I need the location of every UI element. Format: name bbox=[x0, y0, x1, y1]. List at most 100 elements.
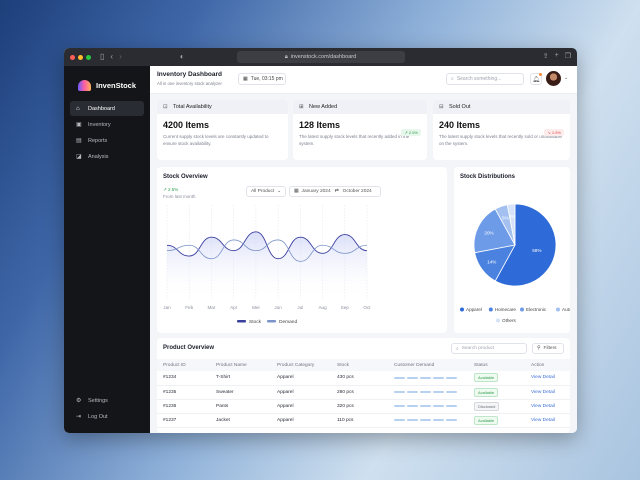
cell-product-name: Pants bbox=[210, 399, 271, 414]
stat-card-new: ⊞ New Added 128 Items ↗ 2.5% The latest s… bbox=[293, 100, 427, 160]
cell-status: Available bbox=[468, 371, 525, 386]
page-subtitle: All in one inventory stock analyzer bbox=[157, 81, 222, 86]
pie-data-label: 5% bbox=[502, 216, 509, 221]
share-icon[interactable]: ⇪ bbox=[543, 52, 549, 60]
x-tick-label: Oct bbox=[363, 305, 371, 310]
global-search-input[interactable]: ⌕ Search something... bbox=[446, 73, 524, 85]
x-tick-label: Jul bbox=[297, 305, 303, 310]
avatar[interactable] bbox=[546, 71, 561, 86]
sidebar-item-logout[interactable]: ⇥ Log Out bbox=[70, 409, 144, 424]
view-detail-link[interactable]: View Detail bbox=[525, 413, 570, 428]
series-area-stock bbox=[167, 231, 367, 299]
column-header[interactable]: Product ID bbox=[157, 359, 210, 371]
legend-swatch bbox=[520, 307, 524, 312]
view-detail-link[interactable]: View Detail bbox=[525, 385, 570, 400]
stock-distribution-card: Stock Distributions 58% 14% 20% 5% 3% Apparel… bbox=[454, 167, 570, 333]
search-icon: ⌕ bbox=[456, 346, 459, 352]
cell-status: Disclosed bbox=[468, 399, 525, 414]
x-tick-label: Mar bbox=[207, 305, 215, 310]
stat-card-sold: ⊟ Sold Out 240 Items ↘ 1.5% The latest su… bbox=[433, 100, 570, 160]
x-tick-label: Apr bbox=[230, 305, 238, 310]
sidebar-toggle-icon[interactable]: ▯ bbox=[100, 53, 104, 61]
sidebar-item-reports[interactable]: ▤ Reports bbox=[70, 133, 144, 148]
status-badge: Available bbox=[474, 415, 499, 425]
product-filter-value: All Product bbox=[251, 189, 275, 194]
browser-toolbar: ▯ ‹ › ◐ 🔒︎ invenstock.com/dashboard ⇪ + ❐ bbox=[64, 48, 577, 66]
table-row[interactable]: #1235 Sweater Apparel 280 pcs Available View … bbox=[157, 385, 570, 400]
cell-product-category: Apparel bbox=[271, 371, 331, 386]
sidebar-item-label: Log Out bbox=[88, 413, 108, 420]
card-title: Product Overview bbox=[163, 345, 215, 351]
address-bar[interactable]: 🔒︎ invenstock.com/dashboard bbox=[236, 51, 405, 63]
stock-line-chart: Jan Feb Mar Apr Mei Jun Jul Aug Sep Oct Stock Deman… bbox=[163, 205, 371, 325]
column-header[interactable]: Product Name bbox=[210, 359, 271, 371]
home-icon: ⌂ bbox=[76, 105, 80, 112]
legend-label: Others bbox=[502, 318, 516, 323]
legend-label: Electronic bbox=[526, 307, 547, 312]
back-arrow-icon[interactable]: ‹ bbox=[110, 53, 113, 61]
table-row[interactable]: #1236 Pants Apparel 320 pcs Disclosed View De… bbox=[157, 399, 570, 414]
column-header[interactable]: Status bbox=[468, 359, 525, 371]
stat-badge: ↗ 2.5% bbox=[401, 129, 421, 136]
date-range-picker[interactable]: ▦ January 2024 ⇄ October 2024 bbox=[289, 186, 381, 197]
table-header-row: Product ID Product Name Product Category… bbox=[157, 359, 570, 371]
sidebar-item-label: Dashboard bbox=[88, 105, 115, 112]
pie-data-label: 20% bbox=[484, 230, 493, 235]
demand-bars bbox=[394, 418, 468, 422]
cell-customer-demand bbox=[388, 413, 468, 428]
legend-label: Homecare bbox=[495, 307, 517, 312]
sidebar-item-inventory[interactable]: ▣ Inventory bbox=[70, 117, 144, 132]
tabs-overview-icon[interactable]: ❐ bbox=[565, 52, 571, 60]
new-tab-icon[interactable]: + bbox=[555, 52, 559, 60]
cell-customer-demand bbox=[388, 385, 468, 400]
cell-stock: 280 pcs bbox=[331, 385, 388, 400]
legend-label: Automotive bbox=[562, 307, 570, 312]
chart-icon: ◪ bbox=[76, 154, 82, 160]
cell-product-id: #1237 bbox=[157, 413, 210, 428]
table-row[interactable]: #1237 Jacket Apparel 110 pcs Available View D… bbox=[157, 413, 570, 428]
cell-stock: 110 pcs bbox=[331, 413, 388, 428]
legend-label: Demand bbox=[279, 319, 297, 325]
x-tick-label: Mei bbox=[252, 305, 259, 310]
chevron-down-icon[interactable]: ⌄ bbox=[564, 75, 568, 81]
view-detail-link[interactable]: View Detail bbox=[525, 371, 570, 386]
shield-icon[interactable]: ◐ bbox=[180, 53, 185, 61]
search-icon: ⌕ bbox=[451, 76, 454, 82]
sidebar-item-dashboard[interactable]: ⌂ Dashboard bbox=[70, 101, 144, 116]
sidebar: InvenStock ⌂ Dashboard ▣ Inventory ▤ Report… bbox=[64, 66, 150, 433]
notification-button[interactable]: 🔔︎ bbox=[530, 73, 542, 85]
product-filter-select[interactable]: All Product ⌄ bbox=[246, 186, 286, 197]
x-tick-label: Jan bbox=[163, 305, 171, 310]
column-header[interactable]: Stock bbox=[331, 359, 388, 371]
package-icon: ⊡ bbox=[163, 104, 168, 110]
demand-bars bbox=[394, 376, 468, 379]
maximize-window-button[interactable] bbox=[86, 54, 91, 60]
status-badge: Available bbox=[474, 373, 499, 383]
sidebar-item-analysis[interactable]: ◪ Analysis bbox=[70, 149, 144, 164]
cell-product-name: T-Shirt bbox=[210, 371, 271, 386]
datetime-chip[interactable]: ▦ Tue, 03:15 pm bbox=[238, 73, 286, 85]
app-logo[interactable]: InvenStock bbox=[64, 66, 150, 96]
stat-card-total: ⊡ Total Availability 4200 Items Current s… bbox=[157, 100, 288, 160]
demand-bars bbox=[394, 390, 468, 394]
filters-button[interactable]: ⚲ Filters bbox=[532, 343, 564, 354]
product-search-input[interactable]: ⌕ Search product bbox=[451, 343, 527, 354]
close-window-button[interactable] bbox=[70, 54, 75, 60]
page-title: Inventory Dashboard bbox=[157, 71, 223, 78]
forward-arrow-icon[interactable]: › bbox=[119, 53, 122, 61]
minimize-window-button[interactable] bbox=[78, 54, 83, 60]
notification-dot bbox=[539, 73, 542, 76]
status-badge: Available bbox=[474, 387, 499, 397]
sidebar-item-settings[interactable]: ⚙︎ Settings bbox=[70, 393, 144, 408]
column-header[interactable]: Product Category bbox=[271, 359, 331, 371]
status-badge: Disclosed bbox=[474, 401, 500, 411]
cell-product-name: Jacket bbox=[210, 413, 271, 428]
table-row[interactable]: #1234 T-Shirt Apparel 430 pcs Available View … bbox=[157, 371, 570, 386]
sidebar-nav: ⌂ Dashboard ▣ Inventory ▤ Reports ◪ Analysis bbox=[64, 101, 150, 164]
column-header[interactable]: Customer Demand bbox=[388, 359, 468, 371]
column-header[interactable]: Action bbox=[525, 359, 570, 371]
legend-swatch bbox=[488, 307, 493, 312]
cell-status: Available bbox=[468, 385, 525, 400]
view-detail-link[interactable]: View Detail bbox=[525, 399, 570, 414]
cell-status: Available bbox=[468, 413, 525, 428]
